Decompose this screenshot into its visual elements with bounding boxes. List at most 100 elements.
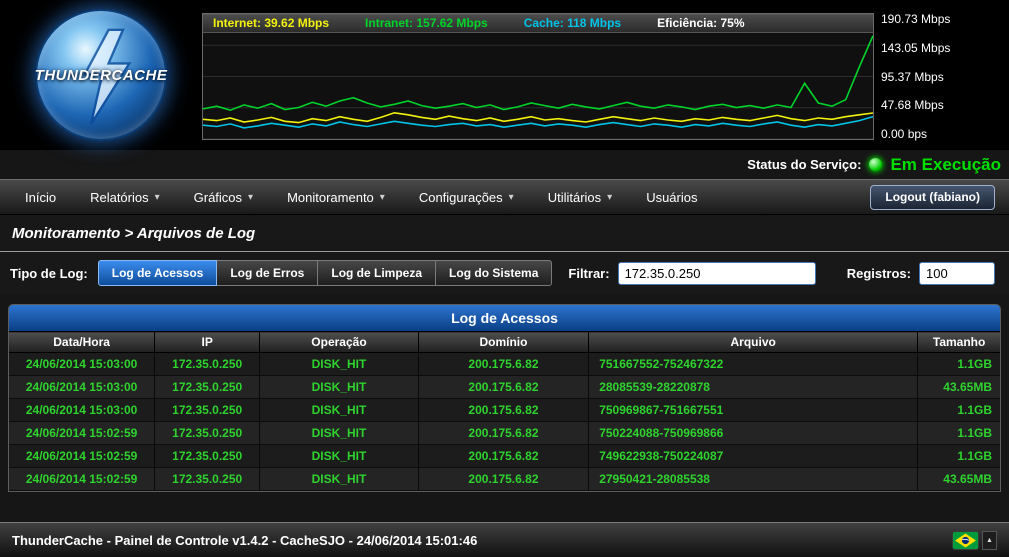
cell-arquivo: 750224088-750969866	[589, 422, 918, 445]
cell-dominio: 200.175.6.82	[418, 468, 588, 491]
log-acessos-button[interactable]: Log de Acessos	[98, 260, 218, 286]
cell-tamanho: 1.1GB	[918, 399, 1000, 422]
breadcrumb: Monitoramento > Arquivos de Log	[0, 215, 1009, 252]
legend-intranet: Intranet: 157.62 Mbps	[365, 16, 488, 30]
log-table-container: Log de Acessos Data/Hora IP Operação Dom…	[8, 304, 1001, 492]
chart-y-axis: 190.73 Mbps 143.05 Mbps 95.37 Mbps 47.68…	[874, 13, 1009, 140]
cell-ip: 172.35.0.250	[155, 468, 260, 491]
nav-item-usuarios[interactable]: Usuários	[629, 180, 714, 214]
col-arquivo: Arquivo	[589, 332, 918, 353]
logo-text: THUNDERCACHE	[35, 67, 168, 84]
y-tick: 0.00 bps	[881, 128, 1009, 140]
cell-dominio: 200.175.6.82	[418, 445, 588, 468]
nav-label: Monitoramento	[287, 190, 374, 205]
chevron-down-icon: ▾	[607, 192, 612, 203]
table-row: 24/06/2014 15:02:59 172.35.0.250 DISK_HI…	[9, 468, 1000, 491]
thundercache-logo: THUNDERCACHE	[35, 9, 167, 141]
cell-tamanho: 1.1GB	[918, 353, 1000, 376]
col-operacao: Operação	[260, 332, 419, 353]
log-table: Data/Hora IP Operação Domínio Arquivo Ta…	[9, 331, 1000, 491]
status-value: Em Execução	[890, 155, 1001, 175]
cell-arquivo: 750969867-751667551	[589, 399, 918, 422]
footer: ThunderCache - Painel de Controle v1.4.2…	[0, 522, 1009, 557]
y-tick: 47.68 Mbps	[881, 99, 1009, 111]
chevron-down-icon: ▾	[509, 192, 514, 203]
nav-label: Início	[25, 190, 56, 205]
main-nav: Início Relatórios ▾ Gráficos ▾ Monitoram…	[0, 179, 1009, 215]
cell-arquivo: 28085539-28220878	[589, 376, 918, 399]
y-tick: 190.73 Mbps	[881, 13, 1009, 25]
cell-datahora: 24/06/2014 15:03:00	[9, 353, 155, 376]
log-type-label: Tipo de Log:	[10, 266, 88, 281]
cell-tamanho: 1.1GB	[918, 422, 1000, 445]
cell-ip: 172.35.0.250	[155, 376, 260, 399]
nav-item-monitoramento[interactable]: Monitoramento ▾	[270, 180, 402, 214]
cell-operacao: DISK_HIT	[260, 399, 419, 422]
thundercache-app: THUNDERCACHE Internet: 39.62 Mbps Intran…	[0, 0, 1009, 557]
language-selector: ▲	[952, 531, 997, 550]
nav-item-relatorios[interactable]: Relatórios ▾	[73, 180, 177, 214]
table-row: 24/06/2014 15:02:59 172.35.0.250 DISK_HI…	[9, 422, 1000, 445]
col-tamanho: Tamanho	[918, 332, 1000, 353]
brazil-flag-icon[interactable]	[952, 531, 979, 550]
service-status-row: Status do Serviço: Em Execução	[0, 150, 1009, 179]
filter-bar: Tipo de Log: Log de Acessos Log de Erros…	[0, 252, 1009, 294]
nav-label: Utilitários	[548, 190, 601, 205]
cell-datahora: 24/06/2014 15:02:59	[9, 445, 155, 468]
chevron-down-icon: ▾	[155, 192, 160, 203]
nav-item-inicio[interactable]: Início	[8, 180, 73, 214]
nav-item-graficos[interactable]: Gráficos ▾	[177, 180, 270, 214]
cell-ip: 172.35.0.250	[155, 445, 260, 468]
traffic-chart-panel: Internet: 39.62 Mbps Intranet: 157.62 Mb…	[202, 13, 874, 140]
collapse-up-icon[interactable]: ▲	[982, 531, 997, 550]
records-input[interactable]	[919, 262, 995, 285]
cell-datahora: 24/06/2014 15:03:00	[9, 376, 155, 399]
footer-text: ThunderCache - Painel de Controle v1.4.2…	[12, 533, 477, 548]
chart-legend: Internet: 39.62 Mbps Intranet: 157.62 Mb…	[203, 14, 873, 33]
legend-cache: Cache: 118 Mbps	[524, 16, 621, 30]
table-row: 24/06/2014 15:03:00 172.35.0.250 DISK_HI…	[9, 353, 1000, 376]
cell-operacao: DISK_HIT	[260, 376, 419, 399]
cell-dominio: 200.175.6.82	[418, 422, 588, 445]
nav-item-configuracoes[interactable]: Configurações ▾	[402, 180, 531, 214]
table-header-row: Data/Hora IP Operação Domínio Arquivo Ta…	[9, 332, 1000, 353]
cell-dominio: 200.175.6.82	[418, 376, 588, 399]
filter-input[interactable]	[618, 262, 816, 285]
logout-button[interactable]: Logout (fabiano)	[870, 185, 995, 210]
legend-efficiency: Eficiência: 75%	[657, 16, 744, 30]
cell-tamanho: 1.1GB	[918, 445, 1000, 468]
cell-tamanho: 43.65MB	[918, 376, 1000, 399]
cell-datahora: 24/06/2014 15:02:59	[9, 422, 155, 445]
table-row: 24/06/2014 15:02:59 172.35.0.250 DISK_HI…	[9, 445, 1000, 468]
log-limpeza-button[interactable]: Log de Limpeza	[318, 260, 436, 286]
cell-tamanho: 43.65MB	[918, 468, 1000, 491]
cell-datahora: 24/06/2014 15:03:00	[9, 399, 155, 422]
col-datahora: Data/Hora	[9, 332, 155, 353]
chevron-down-icon: ▾	[380, 192, 385, 203]
cell-datahora: 24/06/2014 15:02:59	[9, 468, 155, 491]
nav-label: Usuários	[646, 190, 697, 205]
legend-internet: Internet: 39.62 Mbps	[213, 16, 329, 30]
table-row: 24/06/2014 15:03:00 172.35.0.250 DISK_HI…	[9, 399, 1000, 422]
cell-ip: 172.35.0.250	[155, 353, 260, 376]
logo-area: THUNDERCACHE	[0, 0, 202, 150]
log-erros-button[interactable]: Log de Erros	[217, 260, 318, 286]
filter-label: Filtrar:	[568, 266, 609, 281]
nav-item-utilitarios[interactable]: Utilitários ▾	[531, 180, 630, 214]
y-tick: 95.37 Mbps	[881, 71, 1009, 83]
log-sistema-button[interactable]: Log do Sistema	[436, 260, 552, 286]
top-header: THUNDERCACHE Internet: 39.62 Mbps Intran…	[0, 0, 1009, 150]
cell-ip: 172.35.0.250	[155, 399, 260, 422]
cell-arquivo: 27950421-28085538	[589, 468, 918, 491]
cell-operacao: DISK_HIT	[260, 445, 419, 468]
status-label: Status do Serviço:	[747, 157, 861, 172]
cell-dominio: 200.175.6.82	[418, 353, 588, 376]
y-tick: 143.05 Mbps	[881, 42, 1009, 54]
table-title: Log de Acessos	[9, 305, 1000, 331]
cell-operacao: DISK_HIT	[260, 353, 419, 376]
cell-arquivo: 751667552-752467322	[589, 353, 918, 376]
nav-label: Gráficos	[194, 190, 242, 205]
col-ip: IP	[155, 332, 260, 353]
table-row: 24/06/2014 15:03:00 172.35.0.250 DISK_HI…	[9, 376, 1000, 399]
records-label: Registros:	[847, 266, 911, 281]
